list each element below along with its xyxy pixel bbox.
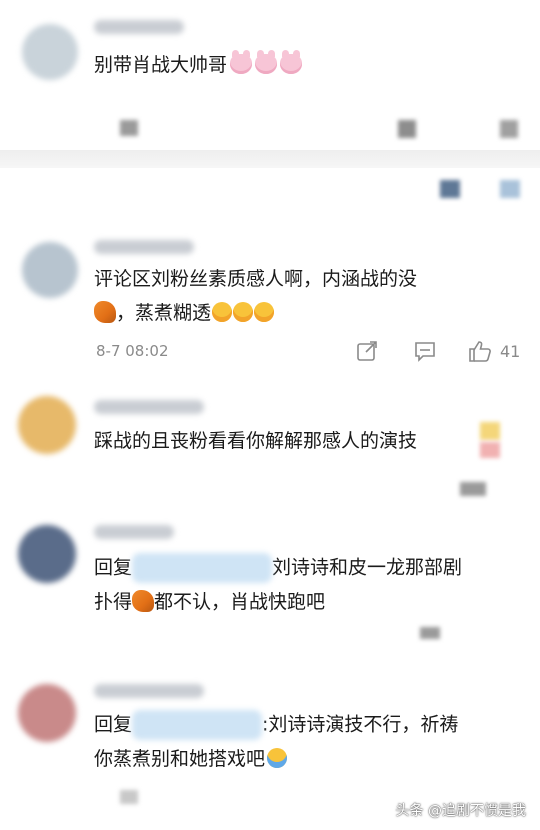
blurred-action-icon[interactable] bbox=[500, 120, 518, 138]
avatar[interactable] bbox=[18, 525, 76, 583]
blurred-action-icon[interactable] bbox=[398, 120, 416, 138]
comment-text-line-2: ，蒸煮糊透 bbox=[94, 300, 275, 326]
comment-text-line-2: 扑得 都不认，肖战快跑吧 bbox=[94, 590, 326, 613]
comment-2: 评论区刘粉丝素质感人啊，内涵战的没 ，蒸煮糊透 8-7 08:02 41 bbox=[0, 230, 540, 380]
comment-button[interactable] bbox=[414, 340, 436, 362]
face-emoji-icon bbox=[254, 302, 275, 322]
avatar[interactable] bbox=[22, 24, 78, 80]
pig-emoji-icon bbox=[230, 50, 253, 74]
comment-3: 踩战的且丧粉看看你解解那感人的演技 bbox=[0, 392, 540, 512]
blurred-action-icon[interactable] bbox=[460, 482, 486, 496]
pig-emoji-icon bbox=[255, 50, 278, 74]
blurred-swatch bbox=[440, 180, 460, 198]
comment-text-line-1: 别带肖战大帅哥 bbox=[94, 54, 228, 76]
horse-emoji-icon bbox=[132, 590, 155, 612]
comment-time: 8-7 08:02 bbox=[96, 342, 169, 360]
reply-prefix: 回复 bbox=[94, 556, 133, 579]
blurred-action-icon[interactable] bbox=[420, 627, 440, 639]
comment-text-line-1: 回复:刘诗诗演技不行，祈祷 bbox=[94, 710, 458, 740]
comment-4: 回复 刘诗诗和皮一龙那部剧 扑得 都不认，肖战快跑吧 bbox=[0, 515, 540, 645]
username-blurred[interactable] bbox=[94, 20, 184, 34]
like-count: 41 bbox=[500, 341, 521, 361]
pig-emoji-icon bbox=[280, 50, 303, 74]
blurred-action-icon[interactable] bbox=[120, 120, 138, 136]
comment-1: 别带肖战大帅哥 bbox=[0, 0, 540, 150]
blurred-emoji bbox=[480, 442, 500, 458]
blurred-mention[interactable] bbox=[132, 553, 273, 583]
avatar[interactable] bbox=[18, 396, 76, 454]
horse-emoji-icon bbox=[94, 301, 116, 323]
comment-icon bbox=[415, 342, 435, 362]
username-blurred[interactable] bbox=[94, 684, 204, 698]
share-button[interactable] bbox=[356, 340, 378, 362]
blurred-swatch bbox=[500, 180, 520, 198]
comment-text-line-1: 评论区刘粉丝素质感人啊，内涵战的没 bbox=[94, 268, 418, 290]
username-blurred[interactable] bbox=[94, 525, 174, 539]
reply-prefix: 回复 bbox=[94, 713, 133, 736]
avatar[interactable] bbox=[22, 242, 78, 298]
face-emoji-icon bbox=[212, 302, 233, 322]
username-blurred[interactable] bbox=[94, 400, 204, 414]
like-button[interactable]: 41 bbox=[468, 340, 520, 362]
blurred-mention[interactable] bbox=[132, 710, 263, 740]
comment-text: 踩战的且丧粉看看你解解那感人的演技 bbox=[94, 430, 418, 452]
comment-text-line-1: 回复 刘诗诗和皮一龙那部剧 bbox=[94, 553, 462, 583]
comment-text: 别带肖战大帅哥 bbox=[94, 50, 303, 78]
blurred-action-icon[interactable] bbox=[120, 790, 138, 804]
laugh-emoji-icon bbox=[267, 748, 288, 768]
face-emoji-icon bbox=[233, 302, 254, 322]
thumbs-up-icon bbox=[469, 341, 491, 362]
username-blurred[interactable] bbox=[94, 240, 194, 254]
section-divider bbox=[0, 150, 540, 168]
watermark: 头条 @追剧不惯是我 bbox=[395, 803, 526, 819]
avatar[interactable] bbox=[18, 684, 76, 742]
comment-text-line-2: 你蒸煮别和她搭戏吧 bbox=[94, 746, 288, 772]
share-icon bbox=[357, 341, 377, 361]
blurred-emoji bbox=[480, 422, 500, 440]
